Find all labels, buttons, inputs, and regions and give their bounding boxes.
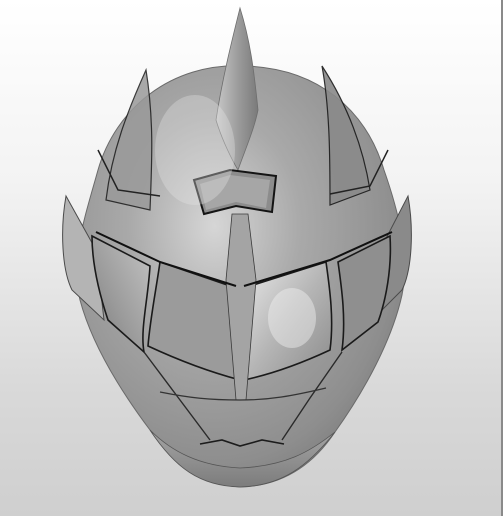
visor-highlight [268,288,316,348]
3d-viewport[interactable] [0,0,503,516]
helmet-model[interactable] [0,0,503,516]
dome-highlight [155,95,235,205]
